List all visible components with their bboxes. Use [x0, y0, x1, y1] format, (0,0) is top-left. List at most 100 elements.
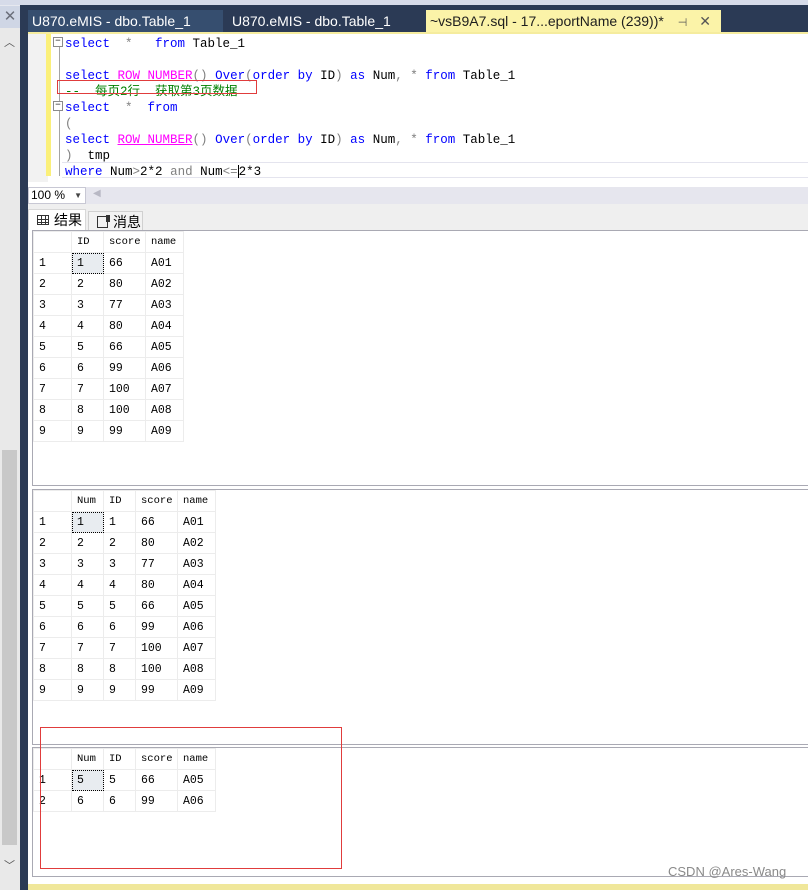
table-row[interactable]: 8 8 8 100 A08 [33, 658, 216, 680]
row-number[interactable]: 9 [33, 420, 72, 442]
row-number[interactable]: 6 [33, 357, 72, 379]
grid-cell[interactable]: 100 [103, 399, 146, 421]
grid-cell[interactable]: 66 [103, 336, 146, 358]
row-number[interactable]: 9 [33, 679, 72, 701]
grid-cell[interactable]: 5 [103, 595, 136, 617]
column-header-num[interactable]: Num [71, 490, 104, 512]
grid-cell[interactable]: 77 [135, 553, 178, 575]
grid-cell[interactable]: 99 [135, 616, 178, 638]
table-row[interactable]: 5 5 5 66 A05 [33, 595, 216, 617]
tab-table-1[interactable]: U870.eMIS - dbo.Table_1 [28, 10, 223, 32]
grid-cell[interactable]: A02 [145, 273, 184, 295]
grid-cell[interactable]: A09 [177, 679, 216, 701]
grid-cell[interactable]: 66 [103, 252, 146, 274]
row-number[interactable]: 4 [33, 315, 72, 337]
code-line[interactable]: select * from Table_1 [65, 36, 245, 52]
table-row[interactable]: 3 3 3 77 A03 [33, 553, 216, 575]
grid-cell[interactable]: A02 [177, 532, 216, 554]
grid-cell[interactable]: 100 [103, 378, 146, 400]
grid-cell[interactable]: A04 [145, 315, 184, 337]
table-row[interactable]: 4 4 4 80 A04 [33, 574, 216, 596]
grid-cell[interactable]: A08 [145, 399, 184, 421]
table-row[interactable]: 9 9 9 99 A09 [33, 679, 216, 701]
table-row[interactable]: 7 7 100 A07 [33, 378, 184, 400]
column-header-id[interactable]: ID [103, 490, 136, 512]
grid-cell[interactable]: 7 [103, 637, 136, 659]
grid-cell[interactable]: 99 [103, 420, 146, 442]
grid-cell[interactable]: A09 [145, 420, 184, 442]
table-row[interactable]: 2 2 2 80 A02 [33, 532, 216, 554]
column-header-name[interactable]: name [177, 490, 216, 512]
grid-cell[interactable]: 80 [103, 273, 146, 295]
collapse-icon[interactable]: − [53, 101, 63, 111]
grid-cell[interactable]: A06 [177, 616, 216, 638]
grid-corner[interactable] [33, 490, 72, 512]
table-row[interactable]: 3 3 77 A03 [33, 294, 184, 316]
result-grid-2[interactable]: Num ID score name 1 1 1 66 A01 2 2 2 80 A02 3 3 3 77 A03 4 4… [32, 489, 808, 745]
grid-cell[interactable]: 1 [71, 511, 104, 533]
grid-cell[interactable]: 7 [71, 637, 104, 659]
zoom-select[interactable]: 100 % ▼ [28, 187, 86, 204]
collapse-icon[interactable]: − [53, 37, 63, 47]
row-number[interactable]: 7 [33, 637, 72, 659]
grid-cell[interactable]: 2 [71, 532, 104, 554]
tab-messages[interactable]: 消息 [88, 211, 143, 231]
grid-cell[interactable]: 8 [71, 658, 104, 680]
code-line[interactable]: where Num>2*2 and Num<=2*3 [65, 164, 261, 180]
grid-cell[interactable]: 2 [103, 532, 136, 554]
grid-cell[interactable]: 80 [135, 574, 178, 596]
table-row[interactable]: 5 5 66 A05 [33, 336, 184, 358]
code-line[interactable]: select * from [65, 100, 178, 116]
scroll-left-arrow-icon[interactable]: ◀ [93, 188, 101, 199]
grid-cell[interactable]: 3 [71, 553, 104, 575]
close-panel-icon[interactable]: ✕ [0, 6, 20, 28]
tab-table-2[interactable]: U870.eMIS - dbo.Table_1 [228, 10, 423, 32]
pin-icon[interactable]: ⊣ [678, 12, 688, 34]
grid-cell[interactable]: 1 [71, 252, 104, 274]
grid-cell[interactable]: 8 [71, 399, 104, 421]
grid-corner[interactable] [33, 231, 72, 253]
grid-cell[interactable]: A03 [145, 294, 184, 316]
grid-cell[interactable]: A01 [177, 511, 216, 533]
grid-cell[interactable]: A01 [145, 252, 184, 274]
table-row[interactable]: 6 6 6 99 A06 [33, 616, 216, 638]
grid-cell[interactable]: 3 [71, 294, 104, 316]
row-number[interactable]: 6 [33, 616, 72, 638]
grid-cell[interactable]: 6 [71, 357, 104, 379]
grid-cell[interactable]: A03 [177, 553, 216, 575]
grid-cell[interactable]: 2 [71, 273, 104, 295]
row-number[interactable]: 1 [33, 511, 72, 533]
grid-cell[interactable]: 5 [71, 336, 104, 358]
column-header-score[interactable]: score [103, 231, 146, 253]
grid-cell[interactable]: 5 [71, 595, 104, 617]
column-header-name[interactable]: name [145, 231, 184, 253]
grid-cell[interactable]: A07 [177, 637, 216, 659]
table-row[interactable]: 1 1 66 A01 [33, 252, 184, 274]
scroll-down-arrow-icon[interactable]: ﹀ [4, 857, 15, 873]
grid-cell[interactable]: 9 [71, 420, 104, 442]
table-row[interactable]: 8 8 100 A08 [33, 399, 184, 421]
table-row[interactable]: 4 4 80 A04 [33, 315, 184, 337]
row-number[interactable]: 8 [33, 399, 72, 421]
tab-results[interactable]: 结果 [28, 209, 86, 231]
row-number[interactable]: 5 [33, 336, 72, 358]
column-header-score[interactable]: score [135, 490, 178, 512]
column-header-id[interactable]: ID [71, 231, 104, 253]
grid-cell[interactable]: 4 [71, 315, 104, 337]
grid-cell[interactable]: 100 [135, 658, 178, 680]
grid-cell[interactable]: A08 [177, 658, 216, 680]
row-number[interactable]: 1 [33, 252, 72, 274]
row-number[interactable]: 2 [33, 273, 72, 295]
row-number[interactable]: 3 [33, 294, 72, 316]
grid-cell[interactable]: A07 [145, 378, 184, 400]
row-number[interactable]: 5 [33, 595, 72, 617]
grid-cell[interactable]: 4 [71, 574, 104, 596]
grid-cell[interactable]: 6 [71, 616, 104, 638]
grid-cell[interactable]: A06 [145, 357, 184, 379]
grid-cell[interactable]: A04 [177, 574, 216, 596]
grid-cell[interactable]: 6 [103, 616, 136, 638]
code-line[interactable]: ) tmp [65, 148, 110, 164]
tab-sql-query[interactable]: ~vsB9A7.sql - 17...eportName (239))* ⊣ ✕ [426, 10, 721, 32]
table-row[interactable]: 7 7 7 100 A07 [33, 637, 216, 659]
scrollbar-thumb[interactable] [2, 450, 17, 845]
